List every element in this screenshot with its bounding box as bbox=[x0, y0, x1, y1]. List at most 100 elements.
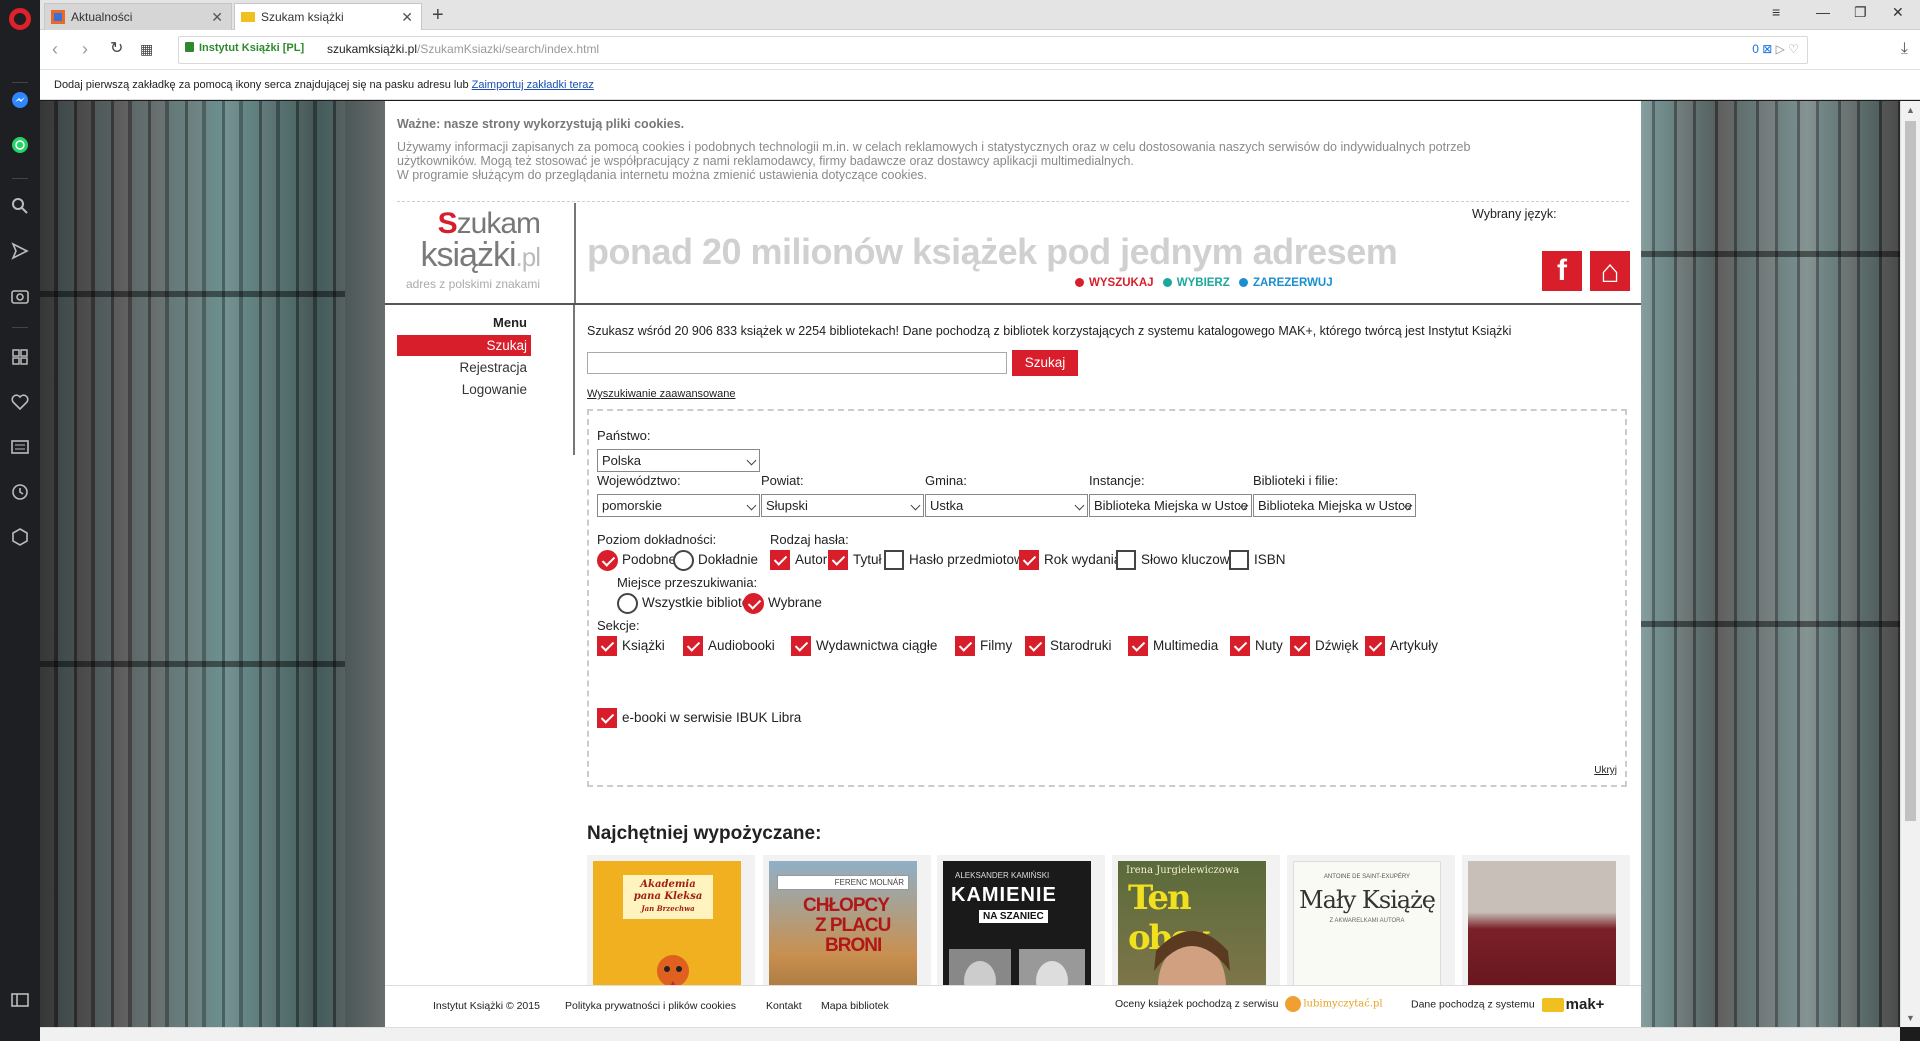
popular-title: Najchętniej wypożyczane: bbox=[587, 823, 822, 844]
site-logo[interactable]: Szukam książki.pl adres z polskimi znaka… bbox=[400, 209, 541, 299]
menu-title: Menu bbox=[493, 315, 527, 330]
library-select[interactable]: Biblioteka Miejska w Ustce bbox=[1253, 494, 1416, 517]
precision-label: Poziom dokładności: bbox=[597, 532, 717, 547]
section-music-checkbox[interactable]: Nuty bbox=[1230, 635, 1283, 657]
search-icon[interactable] bbox=[10, 196, 30, 216]
forward-icon[interactable]: › bbox=[82, 39, 88, 59]
tab-szukam-ksiazki[interactable]: Szukam książki ✕ bbox=[234, 3, 422, 30]
extensions-icon[interactable] bbox=[10, 527, 30, 547]
section-multimedia-checkbox[interactable]: Multimedia bbox=[1128, 635, 1218, 657]
bookmark-heart-icon[interactable]: ♡ bbox=[1788, 42, 1799, 56]
opera-logo-icon[interactable] bbox=[9, 8, 31, 30]
ratings-source: Oceny książek pochodzą z serwisu lubimyc… bbox=[1115, 996, 1383, 1012]
filters-panel: Państwo: Polska Województwo: Powiat: Gmi… bbox=[587, 409, 1627, 787]
section-audiobooks-checkbox[interactable]: Audiobooki bbox=[683, 635, 775, 657]
horizontal-scrollbar[interactable] bbox=[40, 1027, 1900, 1041]
scroll-thumb[interactable] bbox=[1905, 121, 1916, 821]
close-tab-icon[interactable]: ✕ bbox=[211, 4, 223, 30]
security-badge[interactable]: Instytut Książki [PL] bbox=[185, 42, 304, 54]
menu-item-szukaj[interactable]: Szukaj bbox=[397, 335, 531, 356]
facebook-icon[interactable]: f bbox=[1542, 251, 1582, 291]
tab-menu-icon[interactable]: ≡ bbox=[1772, 4, 1780, 20]
heart-icon[interactable] bbox=[10, 392, 30, 412]
footer-link-privacy[interactable]: Polityka prywatności i plików cookies bbox=[565, 1000, 736, 1012]
back-icon[interactable]: ‹ bbox=[52, 39, 58, 59]
precision-exact-radio[interactable]: Dokładnie bbox=[673, 549, 758, 571]
section-films-checkbox[interactable]: Filmy bbox=[955, 635, 1012, 657]
place-all-radio[interactable]: Wszystkie biblioteki bbox=[617, 592, 759, 614]
commune-select[interactable]: Ustka bbox=[925, 494, 1088, 517]
advanced-search-link[interactable]: Wyszukiwanie zaawansowane bbox=[587, 388, 735, 400]
ebook-ibuk-checkbox[interactable]: e-booki w serwisie IBUK Libra bbox=[597, 707, 801, 729]
sidebar-divider bbox=[12, 327, 28, 328]
scroll-down-icon: ▼ bbox=[1906, 1013, 1915, 1023]
term-isbn-checkbox[interactable]: ISBN bbox=[1229, 549, 1286, 571]
mak-favicon-icon bbox=[241, 12, 255, 22]
section-old-prints-checkbox[interactable]: Starodruki bbox=[1025, 635, 1112, 657]
speed-dial-icon[interactable] bbox=[10, 347, 30, 367]
mak-plus-logo[interactable]: mak+ bbox=[1541, 996, 1604, 1013]
close-tab-icon[interactable]: ✕ bbox=[401, 4, 413, 30]
term-subject-checkbox[interactable]: Hasło przedmiotowe bbox=[884, 549, 1031, 571]
maximize-icon[interactable]: ❐ bbox=[1854, 4, 1867, 21]
history-icon[interactable] bbox=[10, 482, 30, 502]
lubimyczytac-logo[interactable]: lubimyczytać.pl bbox=[1285, 996, 1383, 1012]
footer-link-copyright[interactable]: Instytut Książki © 2015 bbox=[433, 1000, 540, 1012]
adblock-icon[interactable]: ⊠ bbox=[1762, 42, 1772, 56]
camera-icon[interactable] bbox=[10, 286, 30, 306]
page-viewport: Ważne: nasze strony wykorzystują pliki c… bbox=[40, 101, 1900, 1027]
section-books-checkbox[interactable]: Książki bbox=[597, 635, 665, 657]
step-choose: WYBIERZ bbox=[1162, 277, 1230, 289]
send-page-icon[interactable]: ▷ bbox=[1776, 42, 1785, 56]
section-articles-checkbox[interactable]: Artykuły bbox=[1365, 635, 1438, 657]
sidebar-toggle-icon[interactable] bbox=[10, 990, 30, 1010]
download-icon[interactable]: ⤓ bbox=[1901, 40, 1908, 58]
term-year-checkbox[interactable]: Rok wydania bbox=[1019, 549, 1121, 571]
lock-icon bbox=[185, 42, 194, 52]
hide-filters-link[interactable]: Ukryj bbox=[1594, 765, 1617, 776]
tab-label: Szukam książki bbox=[261, 10, 344, 24]
reload-icon[interactable]: ↻ bbox=[110, 39, 123, 59]
instance-select[interactable]: Biblioteka Miejska w Ustce bbox=[1089, 494, 1252, 517]
url-field[interactable]: Instytut Książki [PL] szukamksiążki.pl/S… bbox=[178, 36, 1808, 64]
footer-link-library-map[interactable]: Mapa bibliotek bbox=[821, 1000, 889, 1012]
shelf-edge bbox=[40, 291, 345, 297]
adblock-count[interactable]: 0 bbox=[1752, 42, 1759, 56]
menu-item-logowanie[interactable]: Logowanie bbox=[397, 379, 531, 400]
close-window-icon[interactable]: ✕ bbox=[1892, 4, 1904, 21]
section-periodicals-checkbox[interactable]: Wydawnictwa ciągłe bbox=[791, 635, 937, 657]
menu-item-rejestracja[interactable]: Rejestracja bbox=[397, 357, 531, 378]
minimize-icon[interactable]: — bbox=[1816, 4, 1830, 20]
term-title-checkbox[interactable]: Tytuł bbox=[828, 549, 882, 571]
tab-label: Aktualności bbox=[71, 10, 133, 24]
place-selected-radio[interactable]: Wybrane bbox=[743, 592, 822, 614]
voivodeship-select[interactable]: pomorskie bbox=[597, 494, 760, 517]
chevron-down-icon bbox=[910, 500, 921, 511]
opera-news-icon bbox=[51, 10, 65, 24]
new-tab-icon[interactable]: + bbox=[432, 3, 444, 27]
home-icon[interactable]: ⌂ bbox=[1590, 251, 1630, 291]
country-select[interactable]: Polska bbox=[597, 449, 760, 472]
region-label: Biblioteki i filie: bbox=[1253, 473, 1339, 488]
footer-link-contact[interactable]: Kontakt bbox=[766, 1000, 802, 1012]
messenger-icon[interactable] bbox=[10, 90, 30, 110]
vertical-scrollbar[interactable]: ▲ ▼ bbox=[1900, 101, 1920, 1027]
bookmark-notice: Dodaj pierwszą zakładkę za pomocą ikony … bbox=[40, 70, 1920, 100]
precision-similar-radio[interactable]: Podobne bbox=[597, 549, 676, 571]
whatsapp-icon[interactable] bbox=[10, 135, 30, 155]
search-button[interactable]: Szukaj bbox=[1012, 350, 1078, 376]
bookshelf-background bbox=[40, 101, 345, 1027]
term-author-checkbox[interactable]: Autor bbox=[770, 549, 827, 571]
county-select[interactable]: Słupski bbox=[761, 494, 924, 517]
term-keyword-checkbox[interactable]: Słowo kluczowe bbox=[1116, 549, 1237, 571]
search-input[interactable] bbox=[587, 352, 1007, 374]
tiles-icon[interactable]: ▦ bbox=[140, 39, 153, 59]
news-icon[interactable] bbox=[10, 437, 30, 457]
tab-aktualnosci[interactable]: Aktualności ✕ bbox=[44, 3, 232, 30]
send-icon[interactable] bbox=[10, 241, 30, 261]
section-sound-checkbox[interactable]: Dźwięk bbox=[1290, 635, 1359, 657]
import-bookmarks-link[interactable]: Zaimportuj zakładki teraz bbox=[472, 79, 594, 91]
chevron-down-icon bbox=[746, 500, 757, 511]
region-label: Województwo: bbox=[597, 473, 681, 488]
url-actions: 0 ⊠ ▷ ♡ bbox=[1752, 42, 1799, 56]
